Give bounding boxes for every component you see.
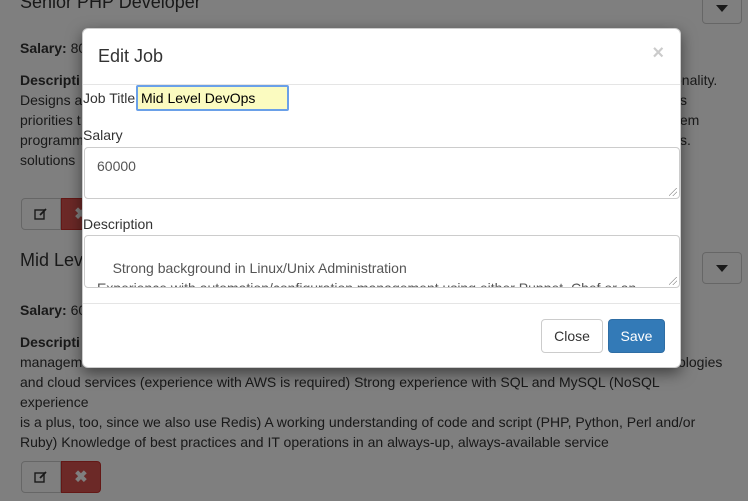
job-title-label: Job Title: [83, 90, 136, 106]
description-label: Description: [83, 216, 154, 232]
salary-value: 60000: [97, 158, 136, 174]
salary-label: Salary: [83, 127, 123, 143]
resize-handle[interactable]: [669, 277, 677, 285]
salary-textarea[interactable]: 60000: [84, 147, 680, 199]
close-button[interactable]: Close: [541, 319, 603, 353]
job-title-input[interactable]: [136, 85, 289, 111]
description-textarea[interactable]: Strong background in Linux/Unix Administ…: [84, 235, 680, 288]
modal-title: Edit Job: [98, 46, 164, 66]
save-button[interactable]: Save: [608, 319, 665, 353]
modal-footer-divider: [83, 303, 680, 304]
close-icon[interactable]: ×: [652, 43, 664, 63]
edit-job-modal: Edit Job × Job Title Salary 60000 Descri…: [82, 28, 681, 368]
resize-handle[interactable]: [669, 188, 677, 196]
description-value: Strong background in Linux/Unix Administ…: [97, 260, 637, 288]
modal-header: Edit Job ×: [83, 29, 680, 85]
